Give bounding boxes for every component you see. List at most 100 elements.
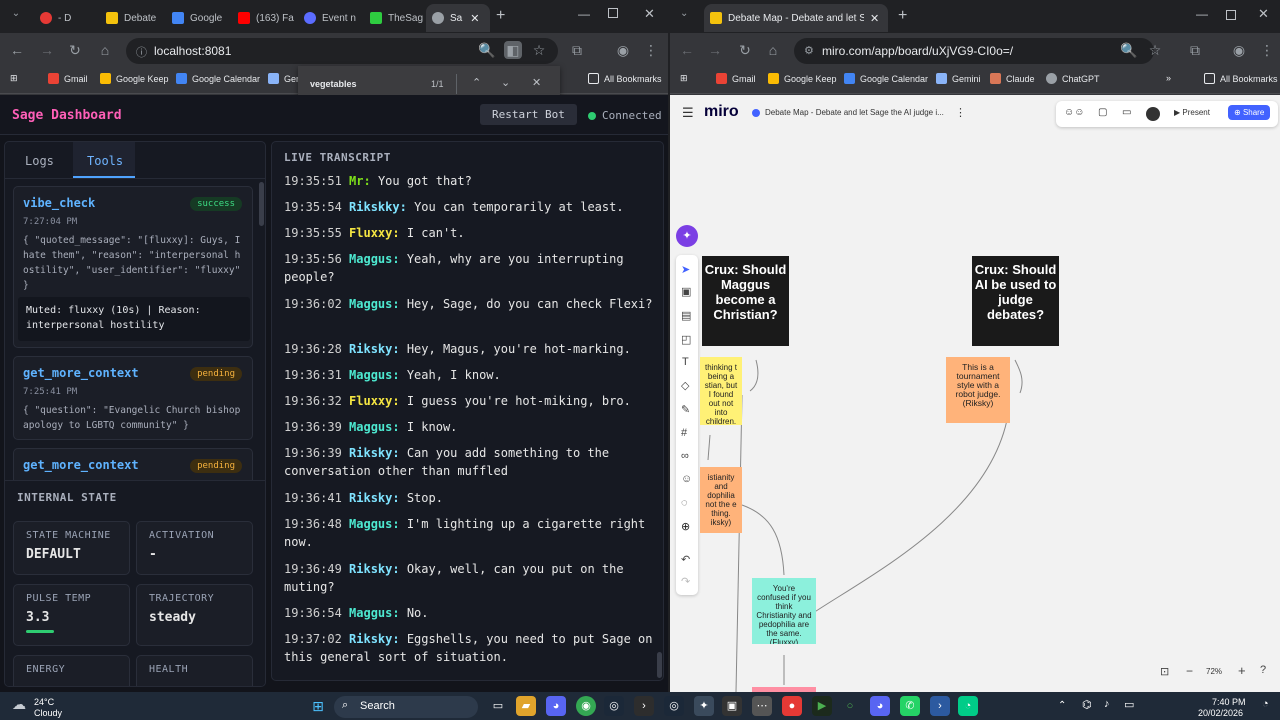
- edge-icon[interactable]: ◔: [958, 696, 978, 716]
- code-icon[interactable]: ⋯: [752, 696, 772, 716]
- clock-date[interactable]: 20/02/2026: [1198, 708, 1243, 718]
- app-icon[interactable]: ✦: [694, 696, 714, 716]
- sticky-note-green[interactable]: You're confused if you think Christianit…: [752, 578, 816, 644]
- new-tab-button[interactable]: +: [898, 7, 907, 25]
- find-next-icon[interactable]: ⌄: [501, 76, 510, 89]
- home-icon[interactable]: ⌂: [764, 41, 782, 59]
- bookmark-claude[interactable]: Claude: [990, 73, 1035, 84]
- sticky-note-yellow[interactable]: thinking t being a stian, but I found ou…: [700, 357, 742, 425]
- sticky-note-orange-right[interactable]: This is a tournament style with a robot …: [946, 357, 1010, 423]
- left-tab-5[interactable]: Event n: [298, 4, 364, 32]
- tools-scrollbar[interactable]: [259, 182, 264, 226]
- find-prev-icon[interactable]: ⌃: [472, 76, 481, 89]
- left-tab-3[interactable]: Google: [166, 4, 232, 32]
- tab-search-button[interactable]: ⌄: [8, 8, 24, 24]
- bookmark-gmail[interactable]: Gmail: [716, 73, 756, 84]
- network-icon[interactable]: ⌬: [1082, 698, 1092, 711]
- bookmark-gemini[interactable]: Gemini: [936, 73, 981, 84]
- zoom-in-icon[interactable]: +: [1238, 663, 1246, 678]
- zoom-icon[interactable]: 🔍: [478, 41, 496, 59]
- fit-icon[interactable]: ⊡: [1160, 665, 1169, 678]
- tray-arrow-icon[interactable]: ⌃: [1058, 700, 1066, 711]
- left-tab-4[interactable]: (163) Fa: [232, 4, 298, 32]
- zoom-icon[interactable]: 🔍: [1120, 41, 1138, 59]
- zoom-out-icon[interactable]: −: [1186, 664, 1193, 678]
- minimize-button[interactable]: —: [578, 7, 590, 21]
- bookmark-keep[interactable]: Google Keep: [100, 73, 169, 84]
- find-input[interactable]: vegetables: [310, 79, 357, 89]
- menu-icon[interactable]: ⋮: [1258, 41, 1276, 59]
- bookmark-gmail[interactable]: Gmail: [48, 73, 88, 84]
- volume-icon[interactable]: ♪: [1104, 698, 1110, 710]
- notification-icon[interactable]: ◔: [1262, 698, 1269, 710]
- left-tab-2[interactable]: Debate: [100, 4, 166, 32]
- help-icon[interactable]: ?: [1260, 664, 1266, 676]
- forward-icon[interactable]: →: [38, 41, 56, 59]
- powershell-icon[interactable]: ›: [930, 696, 950, 716]
- ring-icon[interactable]: ○: [840, 696, 860, 716]
- task-view-icon[interactable]: ▭: [488, 696, 508, 716]
- tool-card-get-more-context[interactable]: get_more_context pending 7:25:41 PM { "q…: [13, 356, 253, 440]
- tool-card-vibe-check[interactable]: vibe_check success 7:27:04 PM { "quoted_…: [13, 186, 253, 348]
- sticky-note-orange-left[interactable]: istianity and dophilia not the e thing. …: [700, 467, 742, 533]
- bookmark-star-icon[interactable]: ☆: [530, 41, 548, 59]
- home-icon[interactable]: ⌂: [96, 41, 114, 59]
- crux-card-maggus[interactable]: Crux: Should Maggus become a Christian?: [702, 256, 789, 346]
- close-tab-icon[interactable]: ✕: [470, 12, 479, 25]
- new-tab-button[interactable]: +: [496, 7, 505, 25]
- bookmark-calendar[interactable]: Google Calendar: [844, 73, 928, 84]
- all-bookmarks[interactable]: All Bookmarks: [1204, 73, 1278, 84]
- bookmark-star-icon[interactable]: ☆: [1146, 41, 1164, 59]
- recorder-icon[interactable]: ●: [782, 696, 802, 716]
- forward-icon[interactable]: →: [706, 41, 724, 59]
- terminal-icon[interactable]: ›: [634, 696, 654, 716]
- restart-bot-button[interactable]: Restart Bot: [480, 104, 577, 125]
- battery-icon[interactable]: ▭: [1124, 698, 1134, 711]
- right-tab-active[interactable]: Debate Map - Debate and let Sage th✕: [704, 4, 888, 32]
- more-bookmarks-icon[interactable]: »: [1166, 73, 1171, 83]
- bookmark-chatgpt[interactable]: ChatGPT: [1046, 73, 1100, 84]
- crux-card-ai[interactable]: Crux: Should AI be used to judge debates…: [972, 256, 1059, 346]
- site-info-icon[interactable]: ⚙: [804, 44, 814, 57]
- bookmark-gemini[interactable]: Ger: [268, 73, 299, 84]
- extensions-icon[interactable]: ⧉: [568, 41, 586, 59]
- taskbar-search[interactable]: ⌕ Search: [334, 696, 478, 718]
- back-icon[interactable]: ←: [678, 41, 696, 59]
- steam-icon[interactable]: ◎: [604, 696, 624, 716]
- site-info-icon[interactable]: ⓘ: [136, 44, 147, 60]
- tab-search-button[interactable]: ⌄: [680, 8, 688, 19]
- reload-icon[interactable]: ↻: [66, 41, 84, 59]
- miro-board[interactable]: ☰ miro Debate Map - Debate and let Sage …: [670, 95, 1280, 692]
- all-bookmarks[interactable]: All Bookmarks: [588, 73, 662, 84]
- close-window-button[interactable]: ✕: [644, 6, 655, 22]
- start-icon[interactable]: ⊞: [308, 696, 328, 716]
- maximize-button[interactable]: [1226, 10, 1236, 20]
- chrome-icon[interactable]: ◉: [576, 696, 596, 716]
- address-bar[interactable]: ⚙ miro.com/app/board/uXjVG9-CI0o=/: [794, 38, 1154, 64]
- zoom-level[interactable]: 72%: [1206, 667, 1222, 676]
- tab-logs[interactable]: Logs: [25, 154, 54, 168]
- lens-icon[interactable]: ◧: [504, 41, 522, 59]
- extensions-icon[interactable]: ⧉: [1186, 41, 1204, 59]
- discord-2-icon[interactable]: ◕: [870, 696, 890, 716]
- maximize-button[interactable]: [608, 8, 618, 18]
- left-tab-6[interactable]: TheSag: [364, 4, 426, 32]
- clock-time[interactable]: 7:40 PM: [1212, 697, 1246, 707]
- profile-icon[interactable]: ◉: [1230, 41, 1248, 59]
- cmd-icon[interactable]: ▣: [722, 696, 742, 716]
- back-icon[interactable]: ←: [8, 41, 26, 59]
- discord-icon[interactable]: ◕: [546, 696, 566, 716]
- close-tab-icon[interactable]: ✕: [870, 12, 879, 25]
- bookmark-keep[interactable]: Google Keep: [768, 73, 837, 84]
- steam-2-icon[interactable]: ◎: [664, 696, 684, 716]
- close-window-button[interactable]: ✕: [1258, 6, 1269, 22]
- reload-icon[interactable]: ↻: [736, 41, 754, 59]
- minimize-button[interactable]: —: [1196, 7, 1208, 21]
- weather-icon[interactable]: ☁: [12, 696, 26, 713]
- left-tab-1[interactable]: - D: [34, 4, 100, 32]
- find-close-icon[interactable]: ✕: [532, 76, 541, 89]
- play-icon[interactable]: ▶: [812, 696, 832, 716]
- menu-icon[interactable]: ⋮: [642, 41, 660, 59]
- left-tab-active[interactable]: Sa ✕: [426, 4, 490, 32]
- whatsapp-icon[interactable]: ✆: [900, 696, 920, 716]
